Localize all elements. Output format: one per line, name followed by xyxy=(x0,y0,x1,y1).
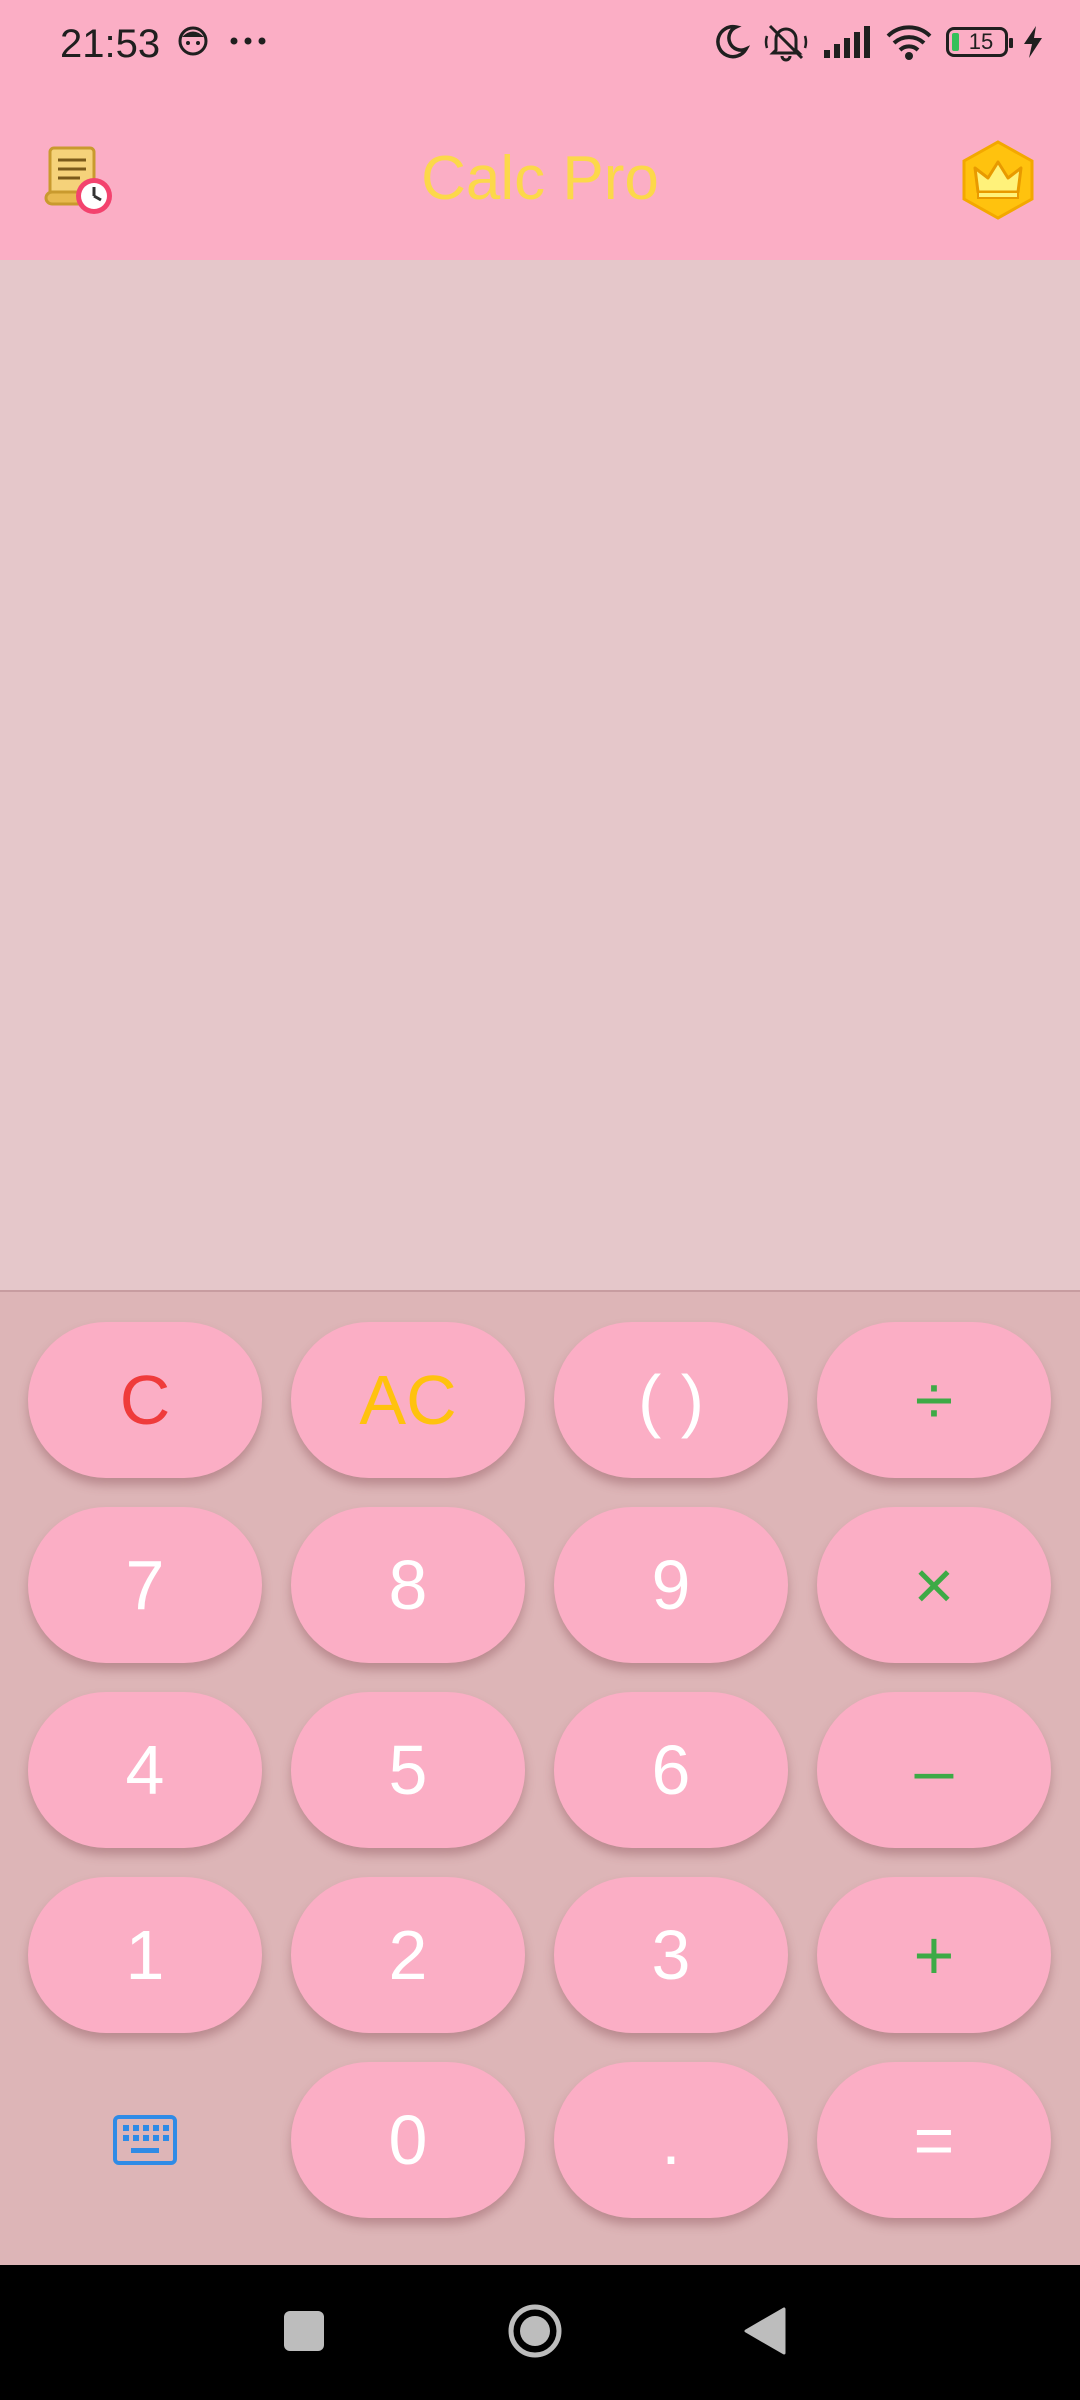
back-icon[interactable] xyxy=(744,2307,786,2355)
parentheses-button[interactable]: ( ) xyxy=(554,1322,788,1478)
battery-icon: 15 xyxy=(946,27,1013,57)
face-notification-icon xyxy=(178,26,208,56)
keyboard-icon xyxy=(113,2115,177,2165)
premium-button[interactable] xyxy=(958,140,1038,220)
digit-1-button[interactable]: 1 xyxy=(28,1877,262,2033)
multiply-button[interactable]: × xyxy=(817,1507,1051,1663)
battery-level: 15 xyxy=(968,29,994,54)
subtract-button[interactable]: – xyxy=(817,1692,1051,1848)
calculator-screen: 21:53 15 Calc Pro C AC () ÷ 7 8 9 × 4 5… xyxy=(0,0,1080,2400)
digit-6-button[interactable]: 6 xyxy=(554,1692,788,1848)
divide-button[interactable]: ÷ xyxy=(817,1322,1051,1478)
status-left-icons xyxy=(176,24,266,58)
system-nav-bar xyxy=(0,2265,1080,2400)
digit-9-button[interactable]: 9 xyxy=(554,1507,788,1663)
status-time: 21:53 xyxy=(60,22,161,66)
digit-0-button[interactable]: 0 xyxy=(291,2062,525,2218)
equals-button[interactable]: = xyxy=(817,2062,1051,2218)
charging-icon xyxy=(1024,26,1042,58)
keypad: C AC ( ) ÷ 7 8 9 × 4 5 6 – 1 2 3 + 0 . = xyxy=(0,1290,1080,2265)
clear-button[interactable]: C xyxy=(28,1322,262,1478)
all-clear-button[interactable]: AC xyxy=(291,1322,525,1478)
status-right-icons: 15 xyxy=(712,22,1044,62)
premium-crown-icon xyxy=(962,140,1034,220)
status-bar: 21:53 15 xyxy=(0,0,1080,95)
home-icon[interactable] xyxy=(507,2303,563,2359)
muted-bell-icon xyxy=(764,24,808,62)
digit-3-button[interactable]: 3 xyxy=(554,1877,788,2033)
app-title: Calc Pro xyxy=(421,144,659,213)
calculator-display xyxy=(0,260,1080,1290)
add-button[interactable]: + xyxy=(817,1877,1051,2033)
digit-7-button[interactable]: 7 xyxy=(28,1507,262,1663)
more-dots-icon xyxy=(230,37,266,45)
recents-icon[interactable] xyxy=(284,2311,324,2351)
digit-4-button[interactable]: 4 xyxy=(28,1692,262,1848)
digit-8-button[interactable]: 8 xyxy=(291,1507,525,1663)
signal-icon xyxy=(824,26,870,58)
do-not-disturb-moon-icon xyxy=(716,24,750,59)
digit-5-button[interactable]: 5 xyxy=(291,1692,525,1848)
digit-2-button[interactable]: 2 xyxy=(291,1877,525,2033)
keyboard-toggle-button[interactable] xyxy=(28,2062,262,2218)
app-bar: Calc Pro xyxy=(0,95,1080,260)
decimal-point-button[interactable]: . xyxy=(554,2062,788,2218)
wifi-icon xyxy=(886,25,932,60)
